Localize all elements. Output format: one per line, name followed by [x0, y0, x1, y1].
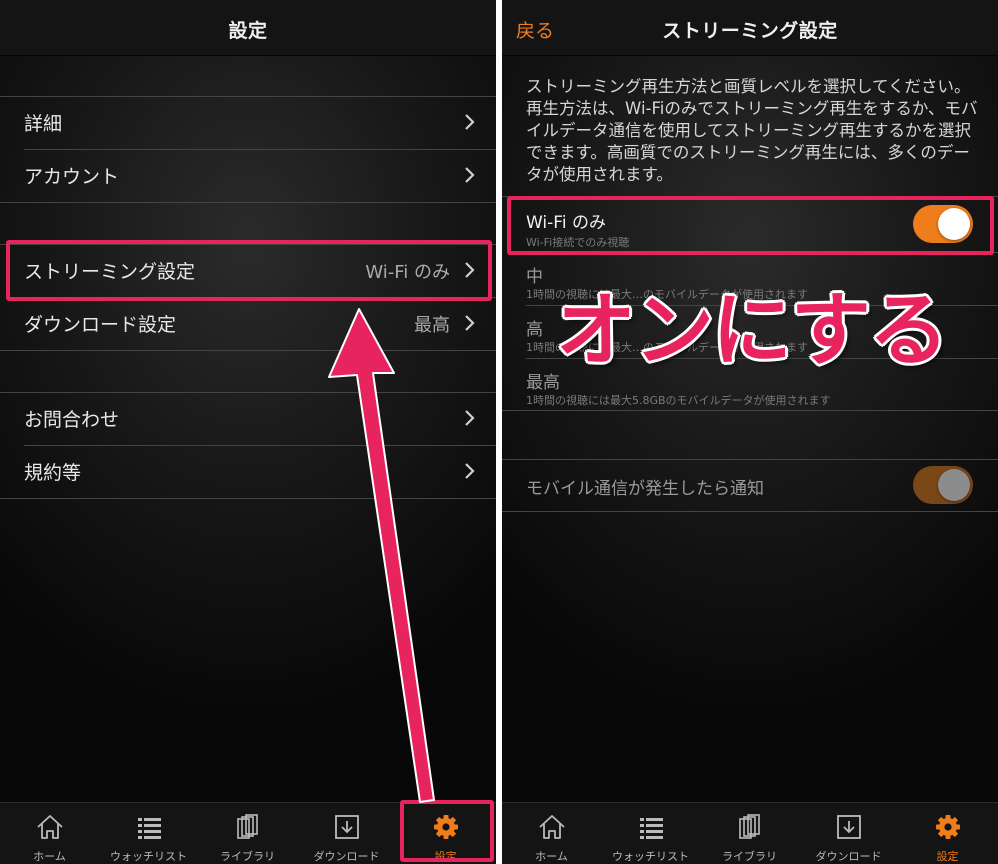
callout-text: オンにする	[556, 284, 949, 377]
arrow-shape	[328, 308, 435, 803]
annotation-arrow	[328, 308, 435, 803]
